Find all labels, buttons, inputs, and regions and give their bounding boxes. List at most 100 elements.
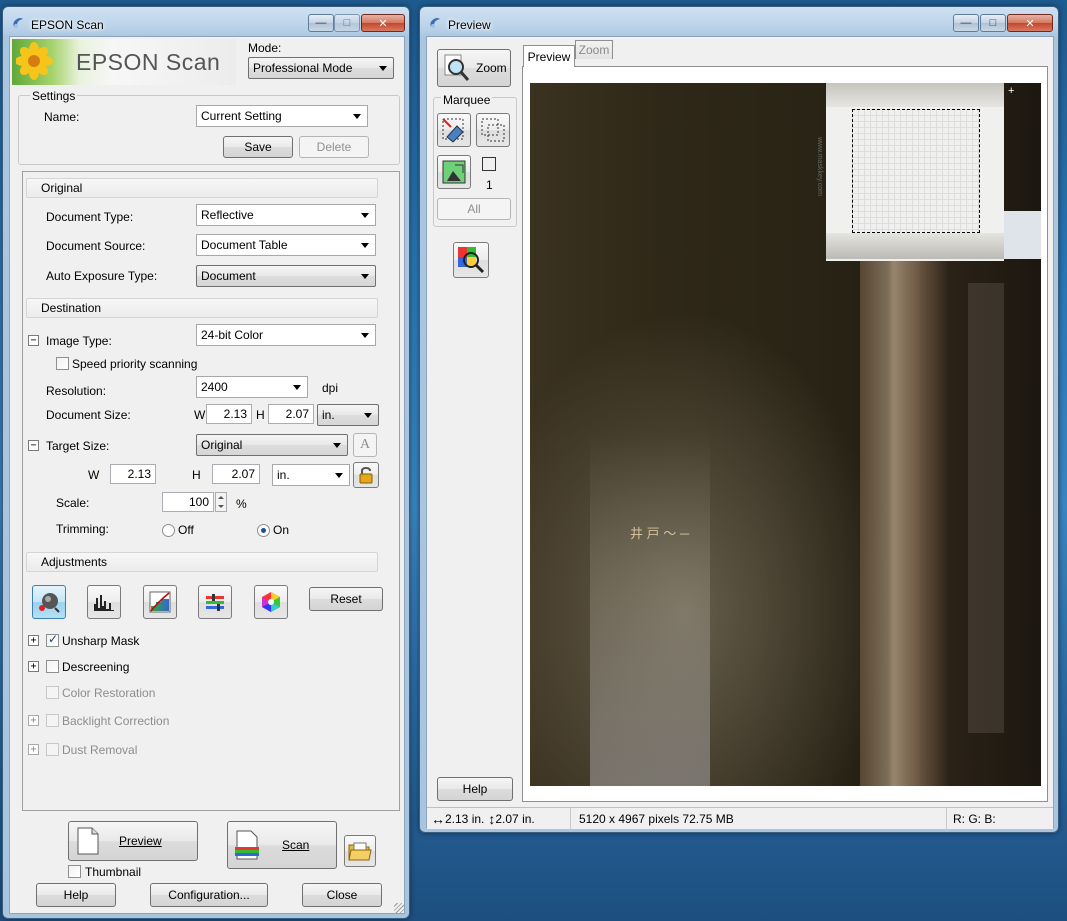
doc-width-field[interactable]: 2.13 [206,404,252,424]
document-size-label: Document Size: [46,408,131,422]
dust-removal-checkbox[interactable] [46,743,59,756]
trimming-off-radio[interactable] [162,524,175,537]
tab-preview[interactable]: Preview [523,45,575,67]
resize-grip-icon[interactable] [394,903,404,913]
descreening-checkbox[interactable] [46,660,59,673]
resolution-label: Resolution: [46,384,107,398]
scale-spinner[interactable] [215,492,227,512]
save-button[interactable]: Save [223,136,293,158]
dust-removal-label: Dust Removal [62,743,138,757]
scan-light-streak [590,433,710,786]
destination-section-header: Destination [26,298,378,318]
maximize-button[interactable]: □ [334,14,360,32]
target-size-label: Target Size: [46,439,110,453]
thumbnail-checkbox[interactable] [68,865,81,878]
target-unit-select[interactable]: in. [272,464,350,486]
preview-help-button[interactable]: Help [437,777,513,801]
auto-locate-button[interactable] [437,155,471,189]
backlight-correction-checkbox[interactable] [46,714,59,727]
marquee-count-icon [482,157,496,171]
lock-aspect-button[interactable] [353,462,379,488]
auto-exposure-button[interactable] [32,585,66,619]
chevron-down-icon [333,443,341,448]
unsharp-mask-checkbox[interactable] [46,632,59,647]
epson-logo-banner: EPSON Scan [12,39,236,85]
zoom-button[interactable]: Zoom [437,49,511,87]
chevron-down-icon [293,385,301,390]
target-height-field[interactable]: 2.07 [212,464,260,484]
close-button[interactable]: Close [302,883,382,907]
configuration-button[interactable]: Configuration... [150,883,268,907]
tab-zoom[interactable]: Zoom [575,40,613,59]
eraser-marquee-icon [442,118,464,143]
target-size-collapse-toggle[interactable]: − [28,440,39,451]
color-picker-button[interactable] [453,242,489,278]
speed-priority-checkbox[interactable] [56,357,69,370]
preview-button[interactable]: Preview [68,821,198,861]
trimming-off-label: Off [178,523,194,537]
minimize-button[interactable]: — [308,14,334,32]
trimming-on-radio[interactable] [257,524,270,537]
doc-width-label: W [194,408,206,422]
mode-select[interactable]: Professional Mode [248,57,394,79]
color-palette-button[interactable] [254,585,288,619]
doc-height-field[interactable]: 2.07 [268,404,314,424]
document-type-value: Reflective [201,208,254,222]
logo-text: EPSON Scan [76,49,221,75]
height-arrow-icon: ↕ [488,811,496,827]
chevron-down-icon [353,114,361,119]
auto-exposure-select[interactable]: Document [196,265,376,287]
histogram-adjustment-button[interactable] [87,585,121,619]
preview-image[interactable]: www.maskkey.com + 井 戸 ～ ─ [530,83,1041,786]
card-tape-bottom [826,233,1004,259]
preview-title-bar[interactable]: Preview — □ ✕ [420,7,1058,37]
status-width: 2.13 in. [445,812,485,826]
close-window-button[interactable]: ✕ [361,14,405,32]
title-bar[interactable]: EPSON Scan — □ ✕ [3,7,409,37]
select-all-button[interactable]: All [437,198,511,220]
dust-removal-expand-toggle[interactable]: + [28,744,39,755]
tone-correction-button[interactable] [143,585,177,619]
main-client-area: EPSON Scan Mode: Professional Mode Setti… [9,36,405,914]
reset-button[interactable]: Reset [309,587,383,611]
backlight-correction-label: Backlight Correction [62,714,170,728]
setting-name-select[interactable]: Current Setting [196,105,368,127]
text-enhancement-button[interactable]: A [353,433,377,457]
help-button[interactable]: Help [36,883,116,907]
scan-button[interactable]: Scan [227,821,337,869]
delete-marquee-button[interactable] [437,113,471,147]
duplicate-marquee-button[interactable] [476,113,510,147]
marquee-label: Marquee [441,93,493,107]
marquee-handle-icon: + [1008,85,1015,97]
preview-maximize-button[interactable]: □ [980,14,1006,32]
preview-minimize-button[interactable]: — [953,14,979,32]
resolution-select[interactable]: 2400 [196,376,308,398]
image-adjustment-button[interactable] [198,585,232,619]
delete-button[interactable]: Delete [299,136,369,158]
card-watermark-text: www.maskkey.com [816,137,823,196]
histogram-icon [94,595,114,611]
preview-close-window-button[interactable]: ✕ [1007,14,1053,32]
document-source-value: Document Table [201,238,288,252]
target-width-field[interactable]: 2.13 [110,464,156,484]
backlight-correction-expand-toggle[interactable]: + [28,715,39,726]
auto-exposure-value: Document [201,269,256,283]
target-size-select[interactable]: Original [196,434,348,456]
file-save-settings-button[interactable] [344,835,376,867]
doc-size-unit-select[interactable]: in. [317,404,379,426]
color-restoration-checkbox[interactable] [46,686,59,699]
selection-marquee[interactable] [852,109,980,233]
scale-field[interactable]: 100 [162,492,214,512]
unsharp-mask-expand-toggle[interactable]: + [28,635,39,646]
document-source-select[interactable]: Document Table [196,234,376,256]
image-type-select[interactable]: 24-bit Color [196,324,376,346]
document-type-select[interactable]: Reflective [196,204,376,226]
epson-app-icon [430,18,440,28]
chevron-down-icon [364,413,372,418]
status-rgb: R: G: B: [953,812,996,826]
image-type-value: 24-bit Color [201,328,264,342]
speed-priority-label: Speed priority scanning [72,357,198,371]
descreening-expand-toggle[interactable]: + [28,661,39,672]
scan-dark-strip [968,283,1004,733]
image-type-collapse-toggle[interactable]: − [28,335,39,346]
